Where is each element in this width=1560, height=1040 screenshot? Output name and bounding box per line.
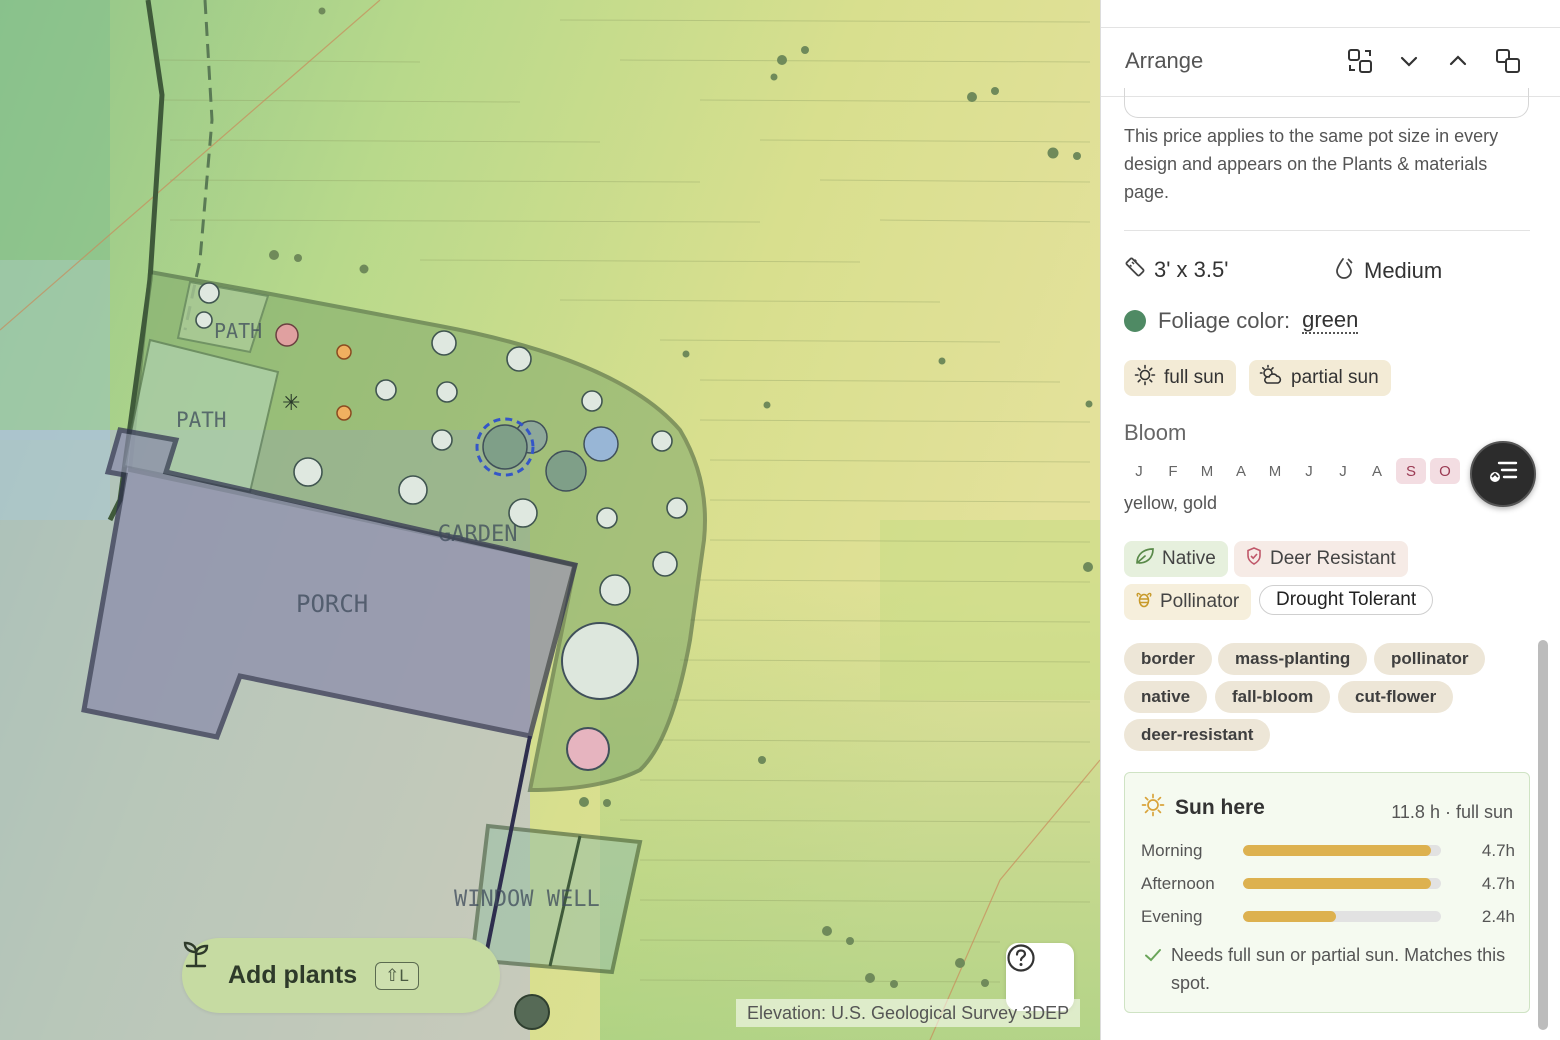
send-to-back-icon[interactable] [1493, 46, 1523, 76]
bloom-month: M [1268, 462, 1282, 480]
map-attribution: Elevation: U.S. Geological Survey 3DEP [736, 999, 1081, 1027]
sun-row-morning: Morning 4.7h [1141, 841, 1515, 861]
tag-chip[interactable]: pollinator [1374, 643, 1486, 675]
bloom-month: J [1135, 462, 1143, 480]
chevron-up-icon[interactable] [1443, 46, 1473, 76]
attribute-native-label: Native [1162, 548, 1216, 569]
tag-chip[interactable]: mass-planting [1218, 643, 1368, 675]
map-label-porch: PORCH [296, 590, 368, 618]
chevron-down-icon[interactable] [1394, 46, 1424, 76]
bring-to-front-icon[interactable] [1345, 46, 1375, 76]
sun-row-name: Morning [1141, 841, 1203, 860]
foliage-value[interactable]: green [1302, 308, 1359, 334]
bloom-month: J [1339, 462, 1347, 480]
sun-row-evening: Evening 2.4h [1141, 907, 1515, 927]
sun-match-text: Needs full sun or partial sun. Matches t… [1171, 945, 1506, 993]
bloom-month: O [1430, 458, 1460, 484]
attribute-drought-tolerant: Drought Tolerant [1259, 585, 1434, 615]
tag-chip[interactable]: cut-flower [1338, 681, 1454, 713]
bloom-title: Bloom [1124, 420, 1187, 445]
filter-fab-button[interactable] [1470, 441, 1536, 507]
sun-row-name: Afternoon [1141, 874, 1215, 893]
sun-bar-track [1243, 878, 1441, 889]
plant-list-filter-icon [1487, 459, 1519, 490]
attribute-drought-tolerant-label: Drought Tolerant [1276, 589, 1417, 610]
light-chip-full-sun: full sun [1124, 360, 1237, 396]
price-note: This price applies to the same pot size … [1124, 126, 1499, 202]
attribute-pollinator: Pollinator [1124, 584, 1252, 620]
sun-row-hours: 4.7h [1481, 841, 1515, 860]
bloom-month: S [1396, 458, 1426, 484]
plant-size-value: 3' x 3.5' [1154, 257, 1229, 282]
sun-row-hours: 4.7h [1481, 874, 1515, 893]
map-label-path: PATH [176, 408, 227, 432]
sun-bar-track [1243, 845, 1441, 856]
bloom-month: A [1371, 462, 1382, 480]
bloom-month: M [1200, 462, 1214, 480]
bloom-months: J F M A M J J A S O [1124, 458, 1464, 484]
attribute-pollinator-label: Pollinator [1160, 591, 1240, 612]
foliage-swatch [1124, 310, 1146, 332]
tag-chip[interactable]: deer-resistant [1124, 719, 1271, 751]
sun-icon [1141, 793, 1175, 823]
sun-here-title: Sun here [1141, 793, 1265, 823]
partly-cloudy-icon [1259, 364, 1291, 392]
foliage-label: Foliage color: [1158, 308, 1291, 333]
add-plants-label: Add plants [228, 961, 358, 989]
sun-row-name: Evening [1141, 907, 1203, 926]
sun-icon [1134, 364, 1164, 392]
sun-here-card: Sun here 11.8 h · full sun Morning 4.7h … [1124, 772, 1530, 1013]
shield-icon [1244, 546, 1270, 572]
light-chip-partial-sun: partial sun [1249, 360, 1391, 396]
light-label-full-sun: full sun [1164, 367, 1225, 388]
arrange-title: Arrange [1125, 48, 1204, 73]
plant-size: 3' x 3.5' [1124, 256, 1228, 284]
garden-map-canvas[interactable]: PATH PATH GARDEN PORCH WINDOW WELL ✳ Add… [0, 0, 1100, 1040]
attribute-deer-resistant: Deer Resistant [1234, 541, 1408, 577]
map-label-window-well: WINDOW WELL [454, 887, 600, 912]
price-input[interactable] [1124, 88, 1529, 118]
sun-bar-fill [1243, 845, 1432, 856]
attribute-native: Native [1124, 541, 1228, 577]
bloom-month: A [1235, 462, 1246, 480]
sun-here-title-text: Sun here [1175, 796, 1265, 819]
sun-bar-track [1243, 911, 1441, 922]
sun-row-afternoon: Afternoon 4.7h [1141, 874, 1515, 894]
leaf-icon [1134, 546, 1162, 572]
add-plants-shortcut: ⇧L [375, 961, 419, 990]
bloom-month: J [1305, 462, 1313, 480]
sun-total: 11.8 h · full sun [1391, 802, 1513, 822]
tag-chip[interactable]: fall-bloom [1215, 681, 1331, 713]
arrange-toolbar: Arrange [1101, 28, 1560, 97]
check-icon [1143, 945, 1163, 973]
attribute-deer-resistant-label: Deer Resistant [1270, 548, 1396, 569]
ruler-icon [1124, 256, 1146, 284]
map-label-garden: GARDEN [438, 522, 517, 547]
panel-scrollbar[interactable] [1538, 640, 1548, 1030]
foliage-color: Foliage color: green [1124, 308, 1359, 334]
water-drop-icon [1334, 256, 1356, 286]
sun-bar-fill [1243, 911, 1337, 922]
section-divider [1124, 230, 1530, 231]
water-needs: Medium [1334, 256, 1442, 286]
bloom-colors: yellow, gold [1124, 493, 1218, 513]
sun-row-hours: 2.4h [1481, 907, 1515, 926]
map-drawing: PATH PATH GARDEN PORCH WINDOW WELL ✳ [0, 0, 1100, 1040]
bloom-month: F [1168, 462, 1178, 480]
add-plants-button[interactable]: Add plants ⇧L [182, 938, 500, 1013]
bee-icon [1134, 589, 1160, 615]
svg-text:✳: ✳ [282, 390, 300, 415]
sun-bar-fill [1243, 878, 1432, 889]
water-needs-value: Medium [1364, 258, 1443, 283]
light-label-partial-sun: partial sun [1291, 367, 1379, 388]
map-label-path-top: PATH [214, 319, 262, 343]
tag-chip[interactable]: border [1124, 643, 1212, 675]
tag-chip[interactable]: native [1124, 681, 1208, 713]
